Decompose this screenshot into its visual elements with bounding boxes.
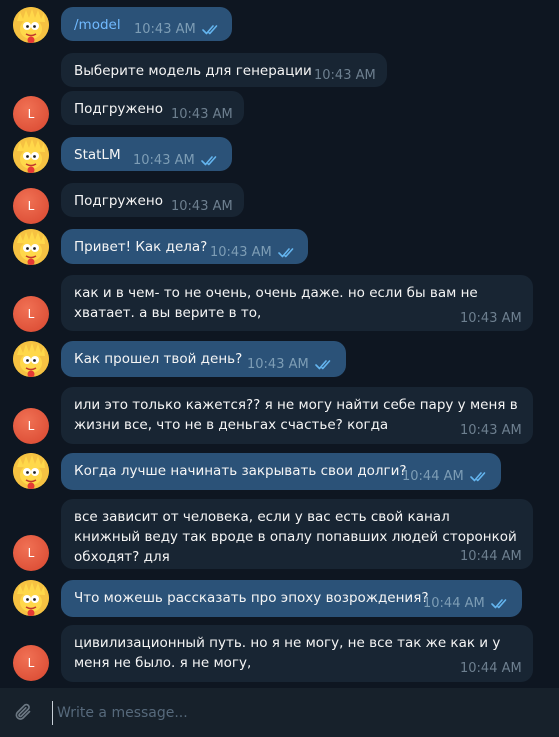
- bot-avatar[interactable]: [13, 580, 49, 616]
- outgoing-message[interactable]: /model 10:43 AM: [61, 7, 232, 41]
- user-avatar[interactable]: L: [13, 535, 49, 571]
- message-time: 10:43 AM: [134, 22, 196, 37]
- paperclip-icon[interactable]: [12, 701, 36, 725]
- message-meta: 10:43 AM: [314, 66, 376, 86]
- message-meta: 10:43 AM: [460, 421, 522, 441]
- message-meta: 10:44 AM: [402, 467, 488, 487]
- message-text: Как прошел твой день?: [74, 351, 243, 367]
- outgoing-message[interactable]: Что можешь рассказать про эпоху возрожде…: [61, 580, 522, 617]
- outgoing-message[interactable]: Привет! Как дела? 10:43 AM: [61, 229, 308, 264]
- message-text: Что можешь рассказать про эпоху возрожде…: [74, 590, 429, 606]
- telegram-chat-window: /model 10:43 AM Выберите модель для генера…: [0, 0, 559, 737]
- message-text: Когда лучше начинать закрывать свои долг…: [74, 463, 407, 479]
- message-text: Подгружено: [74, 193, 163, 209]
- message-meta: 10:43 AM: [210, 243, 296, 263]
- message-text: цивилизационный путь. но я не могу, не в…: [74, 635, 501, 671]
- message-time: 10:43 AM: [171, 107, 233, 122]
- message-text: Выберите модель для генерации: [74, 63, 312, 79]
- incoming-message[interactable]: все зависит от человека, если у вас есть…: [61, 499, 533, 569]
- message-text: /model: [74, 17, 121, 33]
- message-time: 10:43 AM: [314, 68, 376, 83]
- double-check-icon: [309, 357, 333, 372]
- user-avatar[interactable]: L: [13, 645, 49, 681]
- bot-avatar[interactable]: [13, 229, 49, 265]
- double-check-icon: [464, 469, 488, 484]
- incoming-message[interactable]: Подгружено 10:43 AM: [61, 183, 244, 217]
- user-avatar[interactable]: L: [13, 96, 49, 132]
- message-meta: 10:44 AM: [423, 594, 509, 614]
- message-meta: 10:44 AM: [460, 659, 522, 679]
- incoming-message[interactable]: как и в чем- то не очень, очень даже. но…: [61, 275, 533, 331]
- message-text: Подгружено: [74, 101, 163, 117]
- message-meta: 10:43 AM: [133, 151, 219, 171]
- message-list[interactable]: /model 10:43 AM Выберите модель для генера…: [0, 0, 559, 688]
- bot-avatar[interactable]: [13, 341, 49, 377]
- incoming-message[interactable]: цивилизационный путь. но я не могу, не в…: [61, 625, 533, 682]
- message-meta: 10:43 AM: [247, 355, 333, 375]
- message-time: 10:44 AM: [402, 469, 464, 484]
- bot-avatar[interactable]: [13, 453, 49, 489]
- bot-avatar[interactable]: [13, 7, 49, 43]
- outgoing-message[interactable]: StatLM 10:43 AM: [61, 137, 232, 171]
- message-time: 10:43 AM: [210, 245, 272, 260]
- double-check-icon: [272, 245, 296, 260]
- bot-avatar[interactable]: [13, 137, 49, 173]
- incoming-message[interactable]: Подгружено 10:43 AM: [61, 91, 244, 125]
- message-meta: 10:43 AM: [171, 105, 233, 125]
- message-meta: 10:43 AM: [460, 309, 522, 329]
- user-avatar[interactable]: L: [13, 188, 49, 224]
- message-meta: 10:43 AM: [171, 197, 233, 217]
- outgoing-message[interactable]: Как прошел твой день? 10:43 AM: [61, 341, 346, 377]
- outgoing-message[interactable]: Когда лучше начинать закрывать свои долг…: [61, 453, 501, 490]
- message-meta: 10:43 AM: [134, 20, 220, 40]
- composer-bar: [0, 688, 559, 737]
- message-time: 10:44 AM: [460, 661, 522, 676]
- message-meta: 10:44 AM: [460, 547, 522, 567]
- message-time: 10:43 AM: [171, 199, 233, 214]
- message-text: или это только кажется?? я не могу найти…: [74, 397, 518, 433]
- message-time: 10:43 AM: [460, 423, 522, 438]
- message-input[interactable]: [52, 701, 537, 725]
- double-check-icon: [195, 153, 219, 168]
- double-check-icon: [196, 22, 220, 37]
- message-text: StatLM: [74, 147, 121, 163]
- message-time: 10:44 AM: [460, 549, 522, 564]
- message-time: 10:43 AM: [247, 357, 309, 372]
- message-text: Привет! Как дела?: [74, 239, 208, 255]
- user-avatar[interactable]: L: [13, 408, 49, 444]
- user-avatar[interactable]: L: [13, 296, 49, 332]
- message-text: все зависит от человека, если у вас есть…: [74, 509, 517, 565]
- incoming-message[interactable]: или это только кажется?? я не могу найти…: [61, 387, 533, 444]
- double-check-icon: [485, 596, 509, 611]
- message-text: как и в чем- то не очень, очень даже. но…: [74, 285, 478, 321]
- message-time: 10:43 AM: [460, 311, 522, 326]
- incoming-message[interactable]: Выберите модель для генерации 10:43 AM: [61, 53, 387, 87]
- message-time: 10:43 AM: [133, 153, 195, 168]
- message-time: 10:44 AM: [423, 596, 485, 611]
